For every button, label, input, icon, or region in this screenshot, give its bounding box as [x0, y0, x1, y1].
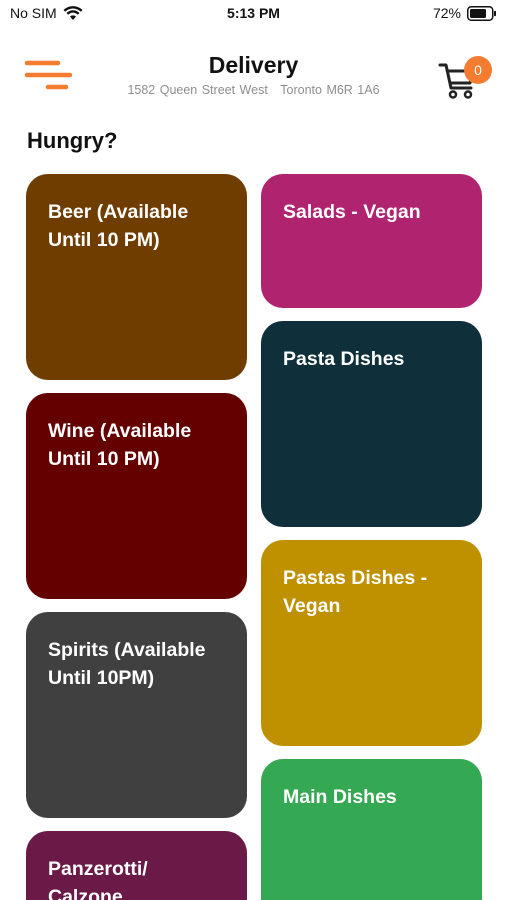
- category-tile-main-dishes[interactable]: Main Dishes: [261, 759, 482, 900]
- category-label: Pasta Dishes: [283, 348, 405, 370]
- category-tile-beer[interactable]: Beer (Available Until 10 PM): [26, 174, 247, 380]
- delivery-address[interactable]: 1582 Queen Street West Toronto M6R 1A6: [0, 83, 507, 97]
- battery-percent: 72%: [432, 5, 461, 21]
- cart-button[interactable]: 0: [438, 52, 496, 102]
- category-label: Pastas Dishes - Vegan: [283, 567, 428, 617]
- section-title: Hungry?: [27, 128, 118, 153]
- status-right: 72%: [433, 5, 497, 21]
- category-label: Salads - Vegan: [283, 201, 421, 223]
- category-tile-panzerotti-calzone[interactable]: Panzerotti/ Calzone: [26, 831, 247, 900]
- category-label: Spirits (Available Until 10PM): [48, 639, 206, 689]
- category-tile-pasta-dishes[interactable]: Pasta Dishes: [261, 321, 482, 527]
- address-street: 1582 Queen Street West: [127, 83, 268, 97]
- category-label: Main Dishes: [283, 786, 397, 808]
- category-label: Panzerotti/ Calzone: [48, 858, 148, 900]
- category-tile-salads-vegan[interactable]: Salads - Vegan: [261, 174, 482, 308]
- battery-icon: [467, 5, 497, 21]
- category-tile-pastas-dishes-vegan[interactable]: Pastas Dishes - Vegan: [261, 540, 482, 746]
- cart-count-badge: 0: [464, 56, 492, 84]
- category-label: Beer (Available Until 10 PM): [48, 201, 189, 251]
- page-title: Delivery: [208, 52, 299, 78]
- category-label: Wine (Available Until 10 PM): [48, 420, 192, 470]
- shopping-cart-icon: [438, 63, 478, 106]
- status-time: 5:13 PM: [227, 5, 280, 21]
- category-tile-spirits[interactable]: Spirits (Available Until 10PM): [26, 612, 247, 818]
- address-city: Toronto M6R 1A6: [280, 83, 380, 97]
- header: Delivery 1582 Queen Street West Toronto …: [0, 44, 507, 114]
- status-bar: No SIM 5:13 PM 72%: [0, 0, 507, 30]
- category-tile-wine[interactable]: Wine (Available Until 10 PM): [26, 393, 247, 599]
